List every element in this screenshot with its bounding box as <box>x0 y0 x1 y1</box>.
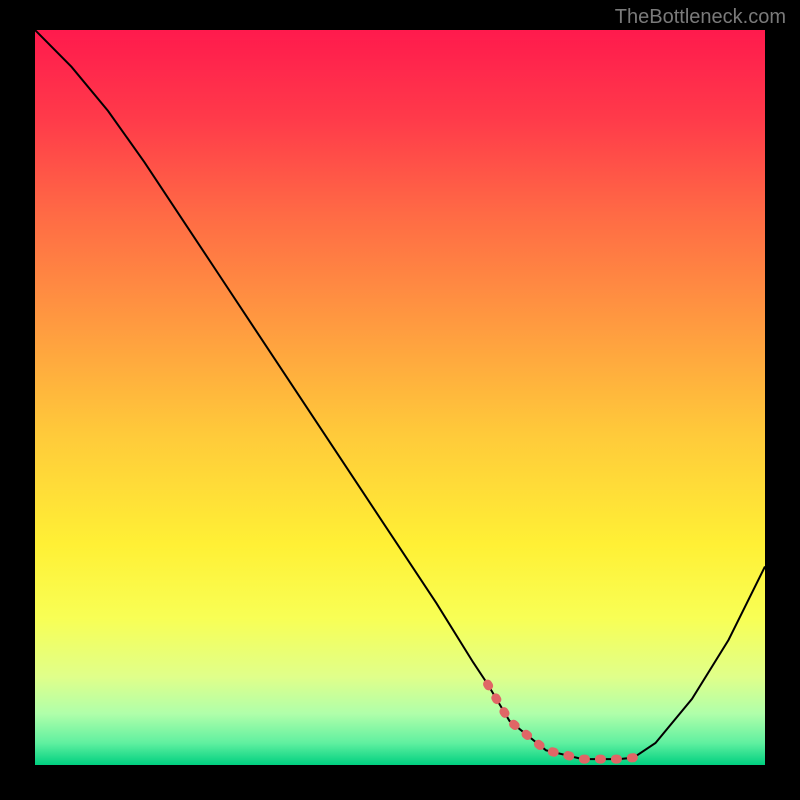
optimal-range-marker <box>488 684 641 759</box>
watermark-text: TheBottleneck.com <box>615 6 786 29</box>
chart-container: TheBottleneck.com <box>0 0 800 800</box>
curve-layer <box>35 30 765 765</box>
bottleneck-curve <box>35 30 765 759</box>
plot-area <box>35 30 765 765</box>
